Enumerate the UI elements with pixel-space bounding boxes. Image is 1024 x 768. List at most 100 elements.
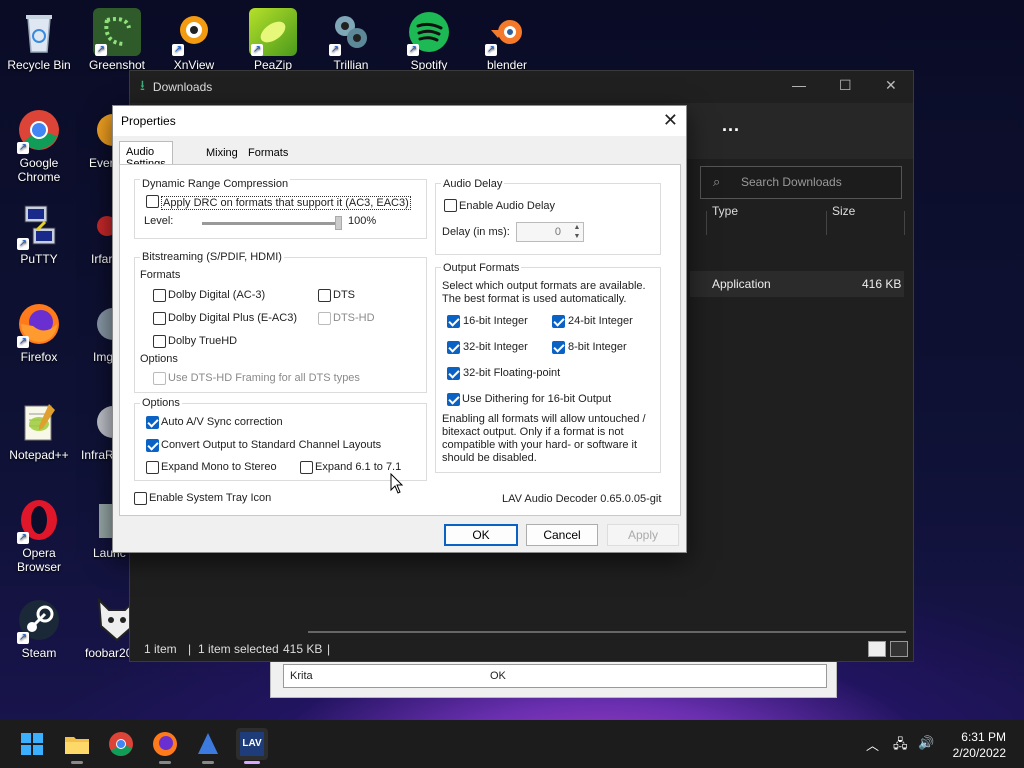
32bit-float-label[interactable]: 32-bit Floating-point (463, 367, 560, 379)
desktop-icon-foobar[interactable]: foobar20 (79, 596, 129, 660)
bitstreaming-options-label: Options (140, 353, 178, 365)
expand-mono-label[interactable]: Expand Mono to Stereo (161, 461, 277, 473)
more-options-button[interactable]: ... (722, 115, 740, 136)
dithering-checkbox[interactable] (447, 393, 460, 406)
file-row[interactable]: Application 416 KB (690, 271, 904, 297)
32bit-integer-checkbox[interactable] (447, 341, 460, 354)
tab-formats[interactable]: Formats (242, 143, 294, 164)
audio-delay-group (435, 183, 661, 255)
dts-checkbox[interactable] (318, 289, 331, 302)
column-header-type[interactable]: Type (712, 204, 738, 218)
dts-label[interactable]: DTS (333, 289, 355, 301)
taskbar-lav[interactable]: LAV (236, 728, 268, 764)
32bit-integer-label[interactable]: 32-bit Integer (463, 341, 528, 353)
system-tray-checkbox[interactable] (134, 492, 147, 505)
tiles-view-button[interactable] (890, 641, 908, 657)
tab-audio-settings-label[interactable]: Audio Settings (119, 141, 173, 170)
properties-titlebar[interactable]: Properties (113, 106, 686, 136)
expand-61-label[interactable]: Expand 6.1 to 7.1 (315, 461, 401, 473)
network-icon[interactable]: 🖧 (893, 735, 908, 757)
av-sync-label[interactable]: Auto A/V Sync correction (161, 416, 283, 428)
close-icon[interactable]: ✕ (885, 77, 897, 94)
apply-button: Apply (607, 524, 679, 546)
explorer-statusbar: 1 item | 1 item selected 415 KB | (130, 637, 913, 661)
16bit-integer-label[interactable]: 16-bit Integer (463, 315, 528, 327)
download-icon: ⭳ (140, 77, 145, 93)
tab-mixing[interactable]: Mixing (200, 143, 244, 164)
taskbar-firefox[interactable] (149, 728, 181, 764)
column-separator[interactable] (706, 211, 707, 235)
dolby-truehd-checkbox[interactable] (153, 335, 166, 348)
chrome-icon (109, 732, 133, 756)
8bit-integer-checkbox[interactable] (552, 341, 565, 354)
start-button[interactable] (16, 728, 48, 760)
dolby-digital-plus-label[interactable]: Dolby Digital Plus (E-AC3) (168, 312, 297, 324)
search-input[interactable]: ⌕ Search Downloads (700, 166, 902, 199)
details-view-button[interactable] (868, 641, 886, 657)
taskbar: LAV ︿ 🖧 🔊 6:31 PM 2/20/2022 (0, 720, 1024, 768)
dolby-digital-label[interactable]: Dolby Digital (AC-3) (168, 289, 265, 301)
system-tray-label[interactable]: Enable System Tray Icon (149, 492, 271, 504)
background-list-status: OK (490, 670, 506, 682)
recycle-bin-icon (15, 8, 63, 56)
dolby-digital-plus-checkbox[interactable] (153, 312, 166, 325)
8bit-integer-label[interactable]: 8-bit Integer (568, 341, 627, 353)
opera-icon: ↗ (15, 496, 63, 544)
desktop-icon-firefox[interactable]: ↗ Firefox (1, 300, 77, 364)
desktop-icon-spotify[interactable]: ↗ Spotify (391, 8, 467, 72)
apply-drc-checkbox[interactable] (146, 195, 159, 208)
desktop-icon-notepadpp[interactable]: Notepad++ (1, 398, 77, 462)
24bit-integer-checkbox[interactable] (552, 315, 565, 328)
spin-down-icon[interactable]: ▼ (571, 232, 583, 241)
system-clock[interactable]: 6:31 PM 2/20/2022 (953, 729, 1006, 761)
level-slider-thumb[interactable] (335, 216, 342, 230)
desktop-icon-blender[interactable]: ↗ blender (469, 8, 545, 72)
expand-mono-checkbox[interactable] (146, 461, 159, 474)
delay-spinbox[interactable]: 0 ▲ ▼ (516, 222, 584, 242)
bitstreaming-group-title: Bitstreaming (S/PDIF, HDMI) (140, 251, 284, 263)
level-slider-track[interactable] (202, 222, 342, 225)
standard-layouts-checkbox[interactable] (146, 439, 159, 452)
ok-button[interactable]: OK (444, 524, 518, 546)
options-group-title: Options (140, 397, 182, 409)
desktop-icon-opera[interactable]: ↗ Opera Browser (1, 496, 77, 574)
volume-icon[interactable]: 🔊 (918, 735, 934, 751)
16bit-integer-checkbox[interactable] (447, 315, 460, 328)
desktop-icon-xnview[interactable]: ↗ XnView (156, 8, 232, 72)
properties-title: Properties (121, 114, 176, 128)
enable-audio-delay-label[interactable]: Enable Audio Delay (459, 200, 555, 212)
desktop-icon-chrome[interactable]: ↗ Google Chrome (1, 106, 77, 184)
show-hidden-icons-icon[interactable]: ︿ (866, 735, 879, 754)
dithering-label[interactable]: Use Dithering for 16-bit Output (462, 393, 611, 405)
column-header-size[interactable]: Size (832, 204, 855, 218)
desktop-icon-trillian[interactable]: ↗ Trillian (313, 8, 389, 72)
desktop-icon-peazip[interactable]: ↗ PeaZip (235, 8, 311, 72)
column-separator[interactable] (826, 211, 827, 235)
minimize-icon[interactable]: — (792, 77, 806, 93)
desktop-icon-recycle-bin[interactable]: Recycle Bin (1, 8, 77, 72)
av-sync-checkbox[interactable] (146, 416, 159, 429)
delay-value: 0 (554, 226, 561, 238)
dolby-truehd-label[interactable]: Dolby TrueHD (168, 335, 237, 347)
lav-icon: LAV (240, 732, 264, 756)
taskbar-file-explorer[interactable] (61, 728, 93, 764)
dolby-digital-checkbox[interactable] (153, 289, 166, 302)
desktop-icon-putty[interactable]: ↗ PuTTY (1, 202, 77, 266)
horizontal-scrollbar[interactable] (308, 631, 906, 633)
apply-drc-label[interactable]: Apply DRC on formats that support it (AC… (161, 196, 411, 210)
maximize-icon[interactable]: ☐ (839, 77, 852, 94)
taskbar-chrome[interactable] (105, 728, 137, 760)
desktop-icon-greenshot[interactable]: ↗ Greenshot (79, 8, 155, 72)
spin-up-icon[interactable]: ▲ (571, 223, 583, 232)
status-selected: 1 item selected (198, 642, 279, 656)
expand-61-checkbox[interactable] (300, 461, 313, 474)
standard-layouts-label[interactable]: Convert Output to Standard Channel Layou… (161, 439, 381, 451)
close-icon[interactable]: ✕ (663, 110, 678, 131)
desktop-icon-steam[interactable]: ↗ Steam (1, 596, 77, 660)
enable-audio-delay-checkbox[interactable] (444, 199, 457, 212)
24bit-integer-label[interactable]: 24-bit Integer (568, 315, 633, 327)
32bit-float-checkbox[interactable] (447, 367, 460, 380)
cancel-button[interactable]: Cancel (526, 524, 598, 546)
column-separator[interactable] (904, 211, 905, 235)
taskbar-app[interactable] (192, 728, 224, 764)
